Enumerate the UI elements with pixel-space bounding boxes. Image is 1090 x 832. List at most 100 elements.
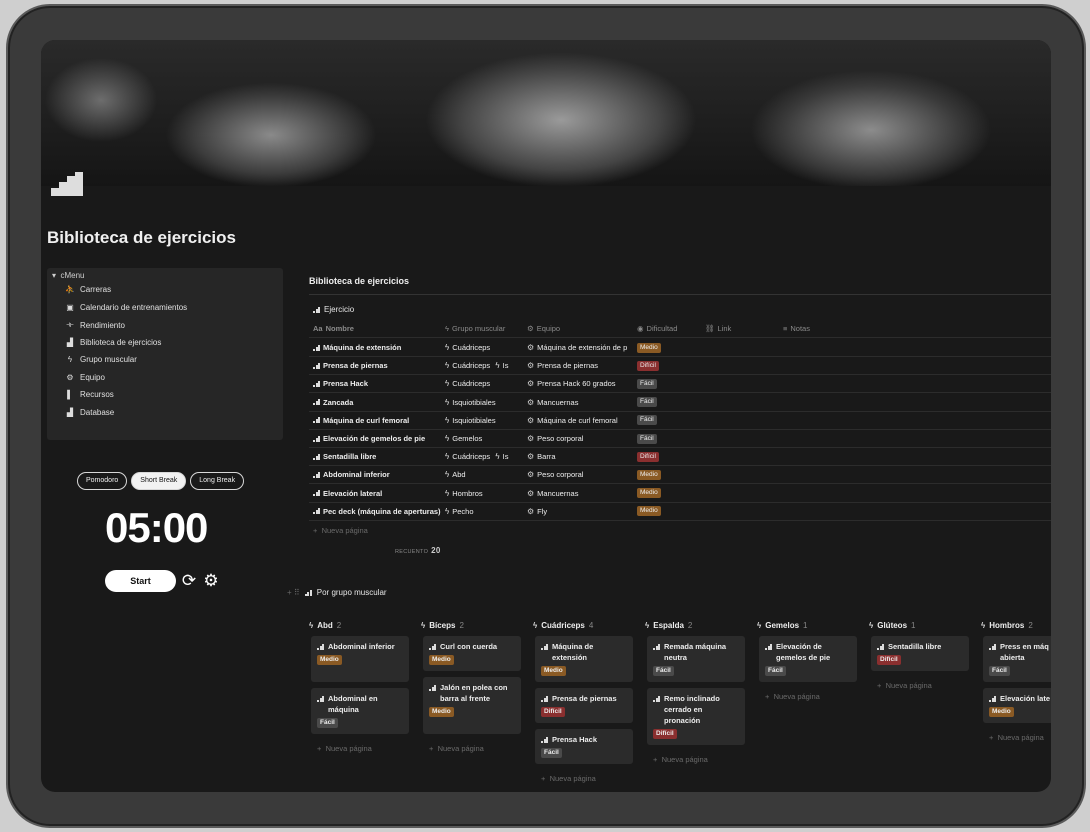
- column-header[interactable]: ≡ Notas: [783, 324, 853, 333]
- menu-item[interactable]: ⛹ Carreras: [65, 285, 111, 294]
- row-group[interactable]: ϟ Cuádriceps ϟ Is: [445, 452, 529, 461]
- table-row[interactable]: Zancada ϟ Isquiotibiales ⚙ Mancuernas Fácil: [309, 394, 1051, 412]
- board-column-header[interactable]: ϟ Abd 2: [309, 618, 413, 632]
- row-name[interactable]: Máquina de curl femoral: [313, 416, 441, 425]
- cmenu-toggle[interactable]: ▾ cMenu: [52, 271, 84, 280]
- board-card[interactable]: Abdominal inferior Medio: [311, 636, 409, 682]
- row-name[interactable]: Prensa Hack: [313, 379, 441, 388]
- board-new-page[interactable]: + Nueva página: [653, 755, 708, 764]
- pomodoro-tab[interactable]: Pomodoro: [77, 472, 128, 490]
- menu-item[interactable]: ⟛ Rendimiento: [65, 320, 125, 330]
- row-equipment[interactable]: ⚙ Máquina de extensión de p: [527, 343, 635, 352]
- board-card[interactable]: Jalón en polea con barra al frente Medio: [423, 677, 521, 734]
- row-equipment[interactable]: ⚙ Mancuernas: [527, 489, 635, 498]
- row-equipment[interactable]: ⚙ Mancuernas: [527, 398, 635, 407]
- row-equipment[interactable]: ⚙ Máquina de curl femoral: [527, 416, 635, 425]
- table-row[interactable]: Elevación de gemelos de pie ϟ Gemelos ⚙ Peso…: [309, 430, 1051, 448]
- row-equipment[interactable]: ⚙ Peso corporal: [527, 470, 635, 479]
- menu-item[interactable]: ϟ Grupo muscular: [65, 355, 137, 364]
- row-name[interactable]: Máquina de extensión: [313, 343, 441, 352]
- board-column-header[interactable]: ϟ Glúteos 1: [869, 618, 973, 632]
- board-card[interactable]: Sentadilla libre Difícil: [871, 636, 969, 671]
- row-group[interactable]: ϟ Gemelos: [445, 434, 529, 443]
- table-row[interactable]: Máquina de curl femoral ϟ Isquiotibiales ⚙ M…: [309, 412, 1051, 430]
- board-column-header[interactable]: ϟ Bíceps 2: [421, 618, 525, 632]
- table-new-page[interactable]: + Nueva página: [313, 526, 368, 535]
- pomodoro-tab[interactable]: Short Break: [131, 472, 187, 490]
- row-equipment[interactable]: ⚙ Fly: [527, 507, 635, 516]
- menu-item[interactable]: ▟ Biblioteca de ejercicios: [65, 338, 161, 347]
- row-name[interactable]: Prensa de piernas: [313, 361, 441, 370]
- board-card[interactable]: Press en máq abierta Fácil: [983, 636, 1051, 682]
- table-row[interactable]: Máquina de extensión ϟ Cuádriceps ⚙ Máquina …: [309, 339, 1051, 357]
- add-icon[interactable]: + ⠿: [287, 588, 300, 597]
- table-row[interactable]: Elevación lateral ϟ Hombros ⚙ Mancuernas Medi…: [309, 485, 1051, 503]
- board-new-page[interactable]: + Nueva página: [765, 692, 820, 701]
- row-name[interactable]: Elevación lateral: [313, 489, 441, 498]
- menu-item[interactable]: ▟ Database: [65, 408, 114, 417]
- board-new-page[interactable]: + Nueva página: [429, 744, 484, 753]
- board-card[interactable]: Elevación de gemelos de pie Fácil: [759, 636, 857, 682]
- row-difficulty[interactable]: Medio: [637, 469, 701, 480]
- row-difficulty[interactable]: Fácil: [637, 433, 701, 444]
- row-difficulty[interactable]: Difícil: [637, 451, 701, 462]
- row-equipment[interactable]: ⚙ Peso corporal: [527, 434, 635, 443]
- row-name[interactable]: Pec deck (máquina de aperturas): [313, 507, 441, 516]
- board-new-page[interactable]: + Nueva página: [317, 744, 372, 753]
- menu-item[interactable]: ⚙ Equipo: [65, 373, 105, 382]
- row-difficulty[interactable]: Medio: [637, 342, 701, 353]
- board-column-header[interactable]: ϟ Espalda 2: [645, 618, 749, 632]
- row-equipment[interactable]: ⚙ Prensa de piernas: [527, 361, 635, 370]
- board-column-header[interactable]: ϟ Gemelos 1: [757, 618, 861, 632]
- column-header[interactable]: ⛓ Link: [705, 324, 775, 333]
- table-row[interactable]: Abdominal inferior ϟ Abd ⚙ Peso corporal Medi…: [309, 466, 1051, 485]
- pomodoro-tab[interactable]: Long Break: [190, 472, 245, 490]
- row-equipment[interactable]: ⚙ Prensa Hack 60 grados: [527, 379, 635, 388]
- column-header[interactable]: ⚙ Equipo: [527, 324, 635, 333]
- row-group[interactable]: ϟ Cuádriceps ϟ Is: [445, 361, 529, 370]
- column-header[interactable]: ◉ Dificultad: [637, 324, 701, 333]
- table-row[interactable]: Prensa Hack ϟ Cuádriceps ⚙ Prensa Hack 60 gr…: [309, 375, 1051, 394]
- board-card[interactable]: Máquina de extensión Medio: [535, 636, 633, 682]
- row-difficulty[interactable]: Fácil: [637, 397, 701, 408]
- board-new-page[interactable]: + Nueva página: [989, 733, 1044, 742]
- row-group[interactable]: ϟ Pecho: [445, 507, 529, 516]
- row-equipment[interactable]: ⚙ Barra: [527, 452, 635, 461]
- row-group[interactable]: ϟ Abd: [445, 470, 529, 479]
- row-group[interactable]: ϟ Cuádriceps: [445, 379, 529, 388]
- table-row[interactable]: Pec deck (máquina de aperturas) ϟ Pecho ⚙ Fl…: [309, 503, 1051, 521]
- settings-gear-icon[interactable]: ⚙: [201, 570, 221, 592]
- row-name[interactable]: Zancada: [313, 398, 441, 407]
- column-header[interactable]: Aa Nombre: [313, 324, 441, 333]
- row-name[interactable]: Sentadilla libre: [313, 452, 441, 461]
- row-difficulty[interactable]: Medio: [637, 488, 701, 499]
- board-card[interactable]: Curl con cuerda Medio: [423, 636, 521, 671]
- row-difficulty[interactable]: Difícil: [637, 360, 701, 371]
- board-card[interactable]: Remo inclinado cerrado en pronación Difíc…: [647, 688, 745, 745]
- row-difficulty[interactable]: Medio: [637, 506, 701, 517]
- row-name[interactable]: Elevación de gemelos de pie: [313, 434, 441, 443]
- page-icon[interactable]: [51, 172, 85, 196]
- board-card[interactable]: Remada máquina neutra Fácil: [647, 636, 745, 682]
- board-card[interactable]: Abdominal en máquina Fácil: [311, 688, 409, 734]
- row-difficulty[interactable]: Fácil: [637, 378, 701, 389]
- board-card[interactable]: Elevación late Medio: [983, 688, 1051, 723]
- board-column-header[interactable]: ϟ Cuádriceps 4: [533, 618, 637, 632]
- board-view-tab[interactable]: + ⠿ Por grupo muscular: [287, 588, 387, 597]
- board-card[interactable]: Prensa Hack Fácil: [535, 729, 633, 764]
- table-row[interactable]: Sentadilla libre ϟ Cuádriceps ϟ Is ⚙ Barra Dif…: [309, 448, 1051, 467]
- board-column-header[interactable]: ϟ Hombros 2: [981, 618, 1051, 632]
- menu-item[interactable]: ▣ Calendario de entrenamientos: [65, 303, 187, 312]
- reset-icon[interactable]: ⟳: [179, 570, 199, 592]
- row-difficulty[interactable]: Fácil: [637, 415, 701, 426]
- row-name[interactable]: Abdominal inferior: [313, 470, 441, 479]
- row-group[interactable]: ϟ Hombros: [445, 489, 529, 498]
- board-new-page[interactable]: + Nueva página: [541, 774, 596, 783]
- menu-item[interactable]: ▌ Recursos: [65, 390, 114, 399]
- row-group[interactable]: ϟ Isquiotibiales: [445, 416, 529, 425]
- row-group[interactable]: ϟ Cuádriceps: [445, 343, 529, 352]
- board-new-page[interactable]: + Nueva página: [877, 681, 932, 690]
- row-group[interactable]: ϟ Isquiotibiales: [445, 398, 529, 407]
- view-tab-ejercicio[interactable]: Ejercicio: [313, 305, 354, 314]
- board-card[interactable]: Prensa de piernas Difícil: [535, 688, 633, 723]
